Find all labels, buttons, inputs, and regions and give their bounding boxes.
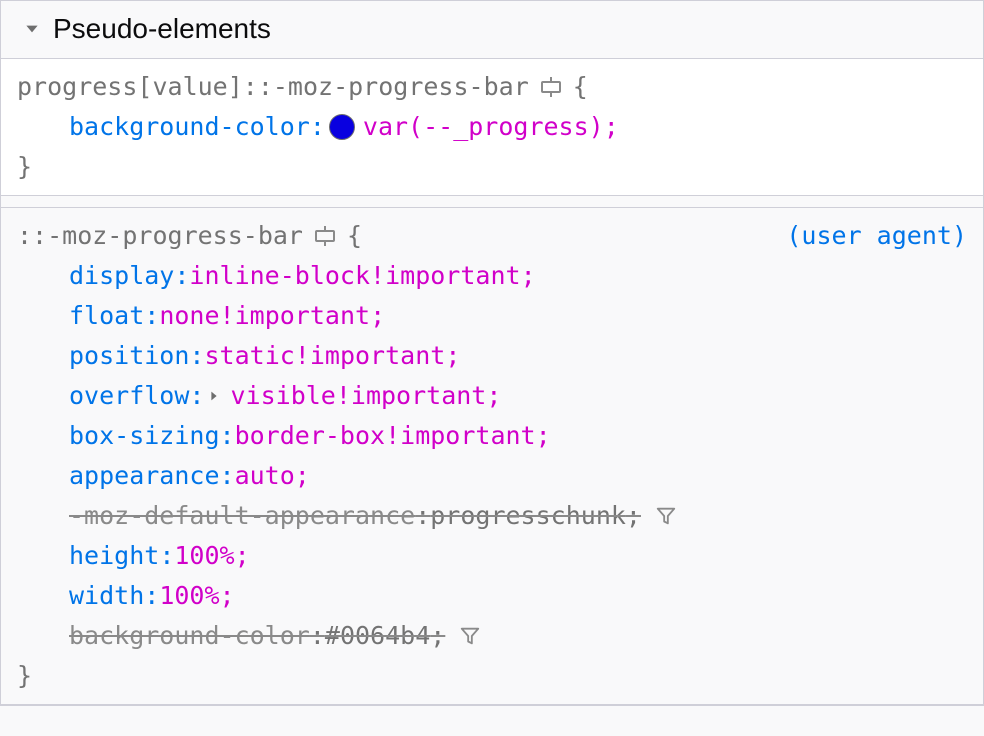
colon: : — [159, 536, 174, 576]
semicolon: ; — [235, 536, 250, 576]
css-value[interactable]: 100% — [159, 576, 219, 616]
css-property[interactable]: appearance — [69, 456, 220, 496]
colon: : — [189, 376, 204, 416]
semicolon: ; — [220, 576, 235, 616]
colon: : — [310, 107, 325, 147]
css-value[interactable]: border-box — [235, 416, 386, 456]
selector-line: ::-moz-progress-bar { (user agent) — [17, 216, 967, 256]
close-brace: } — [17, 147, 967, 187]
css-rule: progress[value]::-moz-progress-bar { bac… — [1, 59, 983, 196]
css-value[interactable]: var(--_progress) — [363, 107, 604, 147]
css-property[interactable]: -moz-default-appearance — [69, 496, 415, 536]
css-declaration[interactable]: width: 100%; — [69, 576, 967, 616]
colon: : — [220, 456, 235, 496]
semicolon: ; — [370, 296, 385, 336]
highlight-selector-icon[interactable] — [539, 75, 563, 99]
filter-overridden-icon[interactable] — [655, 505, 677, 527]
important-flag: !important — [336, 376, 487, 416]
semicolon: ; — [445, 336, 460, 376]
semicolon: ; — [626, 496, 641, 536]
css-property[interactable]: background-color — [69, 107, 310, 147]
colon: : — [220, 416, 235, 456]
expand-shorthand-icon[interactable] — [204, 389, 224, 403]
css-property[interactable]: box-sizing — [69, 416, 220, 456]
css-value[interactable]: #0064b4 — [325, 616, 430, 656]
css-property[interactable]: float — [69, 296, 144, 336]
css-declaration[interactable]: position: static !important; — [69, 336, 967, 376]
semicolon: ; — [486, 376, 501, 416]
css-declaration[interactable]: overflow: visible !important; — [69, 376, 967, 416]
css-value[interactable]: static — [204, 336, 294, 376]
css-value[interactable]: inline-block — [189, 256, 370, 296]
css-value[interactable]: visible — [230, 376, 335, 416]
css-declaration[interactable]: background-color: #0064b4; — [69, 616, 967, 656]
css-value[interactable]: none — [159, 296, 219, 336]
semicolon: ; — [295, 456, 310, 496]
selector[interactable]: ::-moz-progress-bar — [17, 216, 303, 256]
selector-line: progress[value]::-moz-progress-bar { — [17, 67, 967, 107]
colon: : — [144, 576, 159, 616]
css-value[interactable]: progresschunk — [430, 496, 626, 536]
css-declaration[interactable]: float: none !important; — [69, 296, 967, 336]
highlight-selector-icon[interactable] — [313, 224, 337, 248]
css-property[interactable]: height — [69, 536, 159, 576]
css-value[interactable]: auto — [235, 456, 295, 496]
semicolon: ; — [604, 107, 619, 147]
close-brace: } — [17, 656, 967, 696]
css-declaration[interactable]: display: inline-block !important; — [69, 256, 967, 296]
semicolon: ; — [521, 256, 536, 296]
colon: : — [310, 616, 325, 656]
important-flag: !important — [370, 256, 521, 296]
section-title: Pseudo-elements — [53, 7, 271, 52]
semicolon: ; — [430, 616, 445, 656]
css-value[interactable]: 100% — [174, 536, 234, 576]
color-swatch-icon[interactable] — [329, 114, 355, 140]
colon: : — [174, 256, 189, 296]
css-declaration[interactable]: appearance: auto; — [69, 456, 967, 496]
css-rule: ::-moz-progress-bar { (user agent) displ… — [1, 208, 983, 705]
semicolon: ; — [536, 416, 551, 456]
css-declaration[interactable]: -moz-default-appearance: progresschunk; — [69, 496, 967, 536]
css-property[interactable]: overflow — [69, 376, 189, 416]
css-property[interactable]: width — [69, 576, 144, 616]
section-header-pseudo-elements[interactable]: Pseudo-elements — [1, 1, 983, 59]
important-flag: !important — [220, 296, 371, 336]
important-flag: !important — [385, 416, 536, 456]
css-property[interactable]: position — [69, 336, 189, 376]
stylesheet-source-link[interactable]: (user agent) — [786, 216, 967, 256]
css-property[interactable]: background-color — [69, 616, 310, 656]
open-brace: { — [573, 67, 588, 107]
colon: : — [144, 296, 159, 336]
twisty-down-icon — [23, 20, 41, 38]
css-property[interactable]: display — [69, 256, 174, 296]
colon: : — [415, 496, 430, 536]
colon: : — [189, 336, 204, 376]
css-declaration[interactable]: background-color: var(--_progress); — [69, 107, 967, 147]
rule-separator — [1, 196, 983, 208]
styles-panel: Pseudo-elements progress[value]::-moz-pr… — [0, 0, 984, 706]
filter-overridden-icon[interactable] — [459, 625, 481, 647]
open-brace: { — [347, 216, 362, 256]
css-declaration[interactable]: box-sizing: border-box !important; — [69, 416, 967, 456]
selector[interactable]: progress[value]::-moz-progress-bar — [17, 67, 529, 107]
important-flag: !important — [295, 336, 446, 376]
css-declaration[interactable]: height: 100%; — [69, 536, 967, 576]
